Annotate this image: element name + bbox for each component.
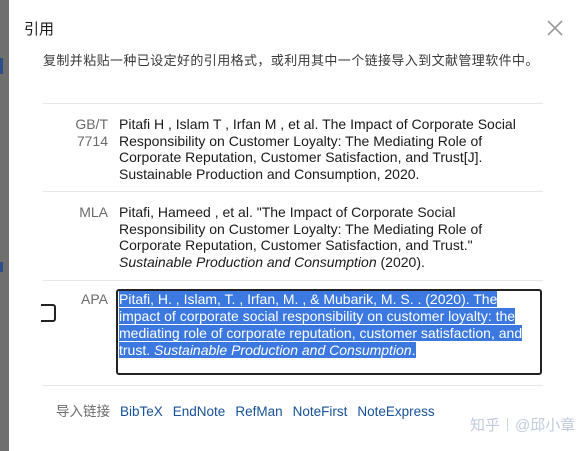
import-link-notefirst[interactable]: NoteFirst <box>293 403 348 421</box>
dialog-description: 复制并粘贴一种已设定好的引用格式，或利用其中一个链接导入到文献管理软件中。 <box>43 53 539 68</box>
backdrop-accent <box>0 262 3 272</box>
citation-row-gbt7714: GB/T 7714 Pitafi H , Islam T , Irfan M ,… <box>43 103 543 191</box>
citation-journal: Sustainable Production and Consumption <box>119 253 377 270</box>
close-icon[interactable] <box>545 18 565 38</box>
watermark-author: @邱小章 <box>515 417 576 434</box>
watermark-brand: 知乎 <box>470 417 501 434</box>
citation-text-tail: (2020). <box>376 253 425 270</box>
citation-list: GB/T 7714 Pitafi H , Islam T , Irfan M ,… <box>41 103 543 386</box>
watermark-separator <box>507 418 509 431</box>
citation-text[interactable]: Pitafi H , Islam T , Irfan M , et al. Th… <box>119 116 543 182</box>
citation-text-main: Pitafi, Hameed , et al. "The Impact of C… <box>119 204 483 253</box>
import-link-bibtex[interactable]: BibTeX <box>120 403 163 421</box>
import-link-endnote[interactable]: EndNote <box>173 403 226 421</box>
citation-style-label: GB/T 7714 <box>75 116 108 149</box>
dialog-title: 引用 <box>24 21 55 38</box>
citation-text-tail: . <box>411 342 416 358</box>
backdrop-accent <box>0 58 3 74</box>
citation-row-mla: MLA Pitafi, Hameed , et al. "The Impact … <box>43 191 543 280</box>
selection-focus-marker <box>41 304 56 322</box>
import-label: 导入链接 <box>56 404 110 419</box>
import-link-refman[interactable]: RefMan <box>235 403 282 421</box>
citation-journal: Sustainable Production and Consumption <box>154 342 412 358</box>
citation-text[interactable]: Pitafi, Hameed , et al. "The Impact of C… <box>119 204 543 270</box>
citation-text-selected[interactable]: Pitafi, H. , Islam, T. , Irfan, M. , & M… <box>116 289 542 375</box>
citation-row-apa: APA Pitafi, H. , Islam, T. , Irfan, M. ,… <box>41 280 543 386</box>
citation-style-label: MLA <box>79 204 108 220</box>
import-links-bar: 导入链接 BibTeX EndNote RefMan NoteFirst Not… <box>56 403 445 421</box>
import-link-noteexpress[interactable]: NoteExpress <box>357 403 434 421</box>
citation-dialog: 引用 复制并粘贴一种已设定好的引用格式，或利用其中一个链接导入到文献管理软件中。… <box>9 0 587 451</box>
watermark: 知乎 @邱小章 <box>470 414 575 435</box>
page-backdrop <box>0 0 9 451</box>
